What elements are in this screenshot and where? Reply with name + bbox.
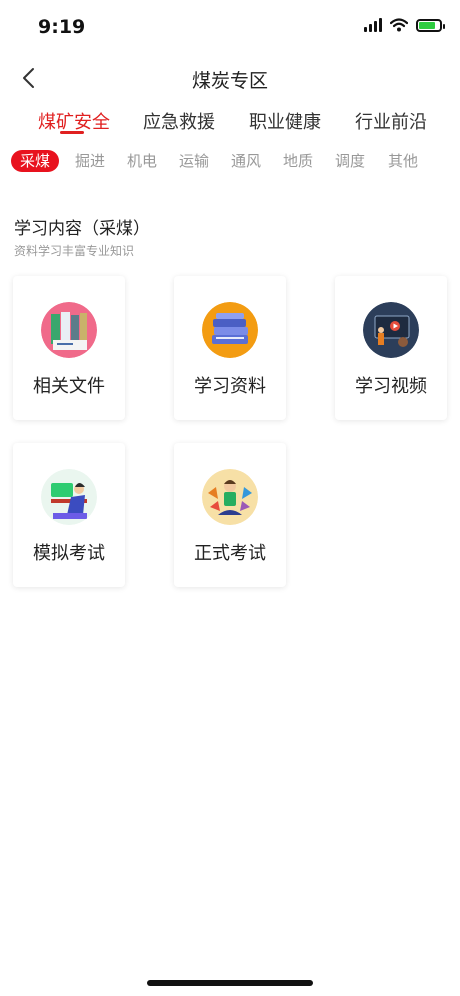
subtab-ventilation[interactable]: 通风 [231, 150, 261, 172]
tab-emergency-rescue[interactable]: 应急救援 [143, 108, 215, 134]
section-title: 学习内容（采煤） [14, 219, 150, 239]
tab-occupational-health[interactable]: 职业健康 [249, 108, 321, 134]
card-mock-exam[interactable]: 模拟考试 [13, 443, 125, 587]
subtab-tunneling[interactable]: 掘进 [75, 150, 105, 172]
status-icons [364, 18, 445, 32]
card-study-videos[interactable]: 学习视频 [335, 276, 447, 420]
wifi-icon [390, 18, 408, 32]
card-label: 学习视频 [355, 376, 427, 397]
subtab-other[interactable]: 其他 [388, 150, 418, 172]
battery-icon [416, 18, 445, 32]
subtab-dispatch[interactable]: 调度 [335, 150, 365, 172]
subtab-geology[interactable]: 地质 [283, 150, 313, 172]
subtab-electromechanical[interactable]: 机电 [127, 150, 157, 172]
section-subtitle: 资料学习丰富专业知识 [14, 244, 135, 258]
home-indicator[interactable] [147, 980, 313, 986]
books-icon [202, 302, 258, 358]
card-label: 模拟考试 [33, 543, 105, 564]
active-tab-indicator [60, 131, 84, 134]
tab-industry-frontier[interactable]: 行业前沿 [355, 108, 427, 134]
mock-exam-icon [41, 469, 97, 525]
card-formal-exam[interactable]: 正式考试 [174, 443, 286, 587]
card-study-materials[interactable]: 学习资料 [174, 276, 286, 420]
subtab-coal-mining[interactable]: 采煤 [11, 150, 60, 172]
status-time: 9:19 [38, 16, 86, 38]
card-label: 正式考试 [194, 543, 266, 564]
card-label: 学习资料 [194, 376, 266, 397]
page-title: 煤炭专区 [191, 70, 268, 92]
video-icon [363, 302, 419, 358]
documents-icon [41, 302, 97, 358]
exam-icon [202, 469, 258, 525]
card-label: 相关文件 [33, 376, 105, 397]
card-related-files[interactable]: 相关文件 [13, 276, 125, 420]
cellular-signal-icon [364, 18, 382, 32]
subtab-transport[interactable]: 运输 [179, 150, 209, 172]
